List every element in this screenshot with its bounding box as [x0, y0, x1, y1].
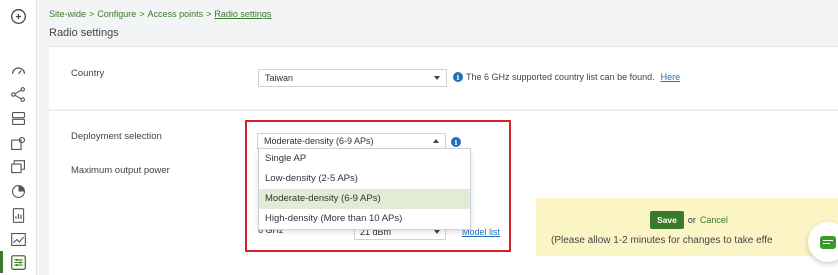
dashboard-icon[interactable]: [10, 62, 27, 79]
output-power-label: Maximum output power: [71, 165, 170, 176]
breadcrumb: Site-wide > Configure > Access points > Radio …: [49, 9, 271, 19]
country-label: Country: [71, 68, 105, 79]
chevron-down-icon: [434, 76, 440, 80]
report-icon[interactable]: [10, 207, 27, 224]
devices-icon[interactable]: [10, 110, 27, 127]
country-note: i The 6 GHz supported country list can b…: [453, 72, 680, 82]
highlight-box: [245, 120, 511, 252]
sidebar: [0, 0, 37, 275]
breadcrumb-separator: >: [206, 9, 212, 19]
topology-icon[interactable]: [10, 86, 27, 103]
or-text: or: [687, 215, 696, 225]
cancel-link[interactable]: Cancel: [700, 215, 728, 225]
page-title: Radio settings: [49, 27, 119, 39]
configure-icon[interactable]: [10, 254, 27, 271]
info-icon: i: [453, 72, 463, 82]
save-row: Save or Cancel: [650, 211, 728, 229]
breadcrumb-radio-settings[interactable]: Radio settings: [214, 9, 271, 19]
chart-icon[interactable]: [10, 231, 27, 248]
monitor-icon[interactable]: [10, 159, 27, 176]
pie-icon[interactable]: [10, 183, 27, 200]
deployment-label: Deployment selection: [71, 131, 162, 142]
chat-icon: [820, 235, 836, 249]
save-note: (Please allow 1-2 minutes for changes to…: [551, 235, 773, 246]
country-section: Country Taiwan i The 6 GHz supported cou…: [49, 46, 838, 109]
breadcrumb-separator: >: [89, 9, 95, 19]
save-button[interactable]: Save: [650, 211, 684, 229]
breadcrumb-site-wide[interactable]: Site-wide: [49, 9, 86, 19]
breadcrumb-configure[interactable]: Configure: [97, 9, 136, 19]
clients-icon[interactable]: [10, 135, 27, 152]
active-indicator: [0, 251, 3, 273]
org-switch-icon[interactable]: [10, 8, 27, 25]
country-select[interactable]: Taiwan: [258, 69, 447, 87]
save-panel: Save or Cancel (Please allow 1-2 minutes…: [536, 198, 838, 256]
breadcrumb-access-points[interactable]: Access points: [148, 9, 204, 19]
country-value: Taiwan: [265, 73, 294, 83]
breadcrumb-separator: >: [139, 9, 145, 19]
country-note-text: The 6 GHz supported country list can be …: [466, 72, 655, 82]
country-here-link[interactable]: Here: [661, 72, 681, 82]
